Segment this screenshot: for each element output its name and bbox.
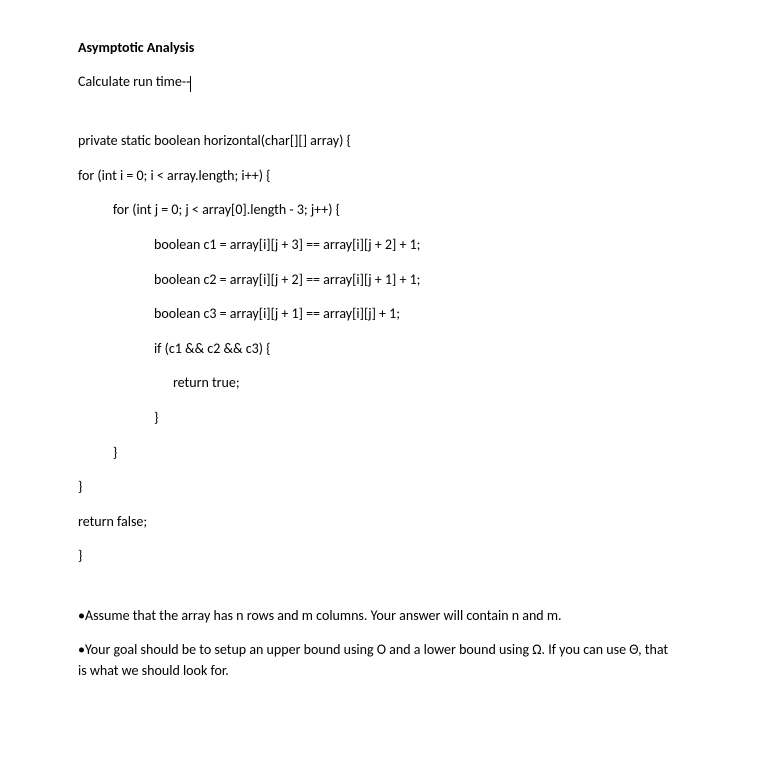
- code-line: return false;: [78, 512, 679, 532]
- page-title: Asymptotic Analysis: [78, 38, 679, 58]
- code-line: if (c1 && c2 && c3) {: [78, 339, 679, 359]
- code-line: }: [78, 477, 679, 497]
- note-line: •Your goal should be to setup an upper b…: [78, 640, 679, 681]
- code-line: return true;: [78, 373, 679, 393]
- code-line: }: [78, 408, 679, 428]
- code-line: }: [78, 443, 679, 463]
- code-line: for (int j = 0; j < array[0].length - 3;…: [78, 200, 679, 220]
- code-line: boolean c1 = array[i][j + 3] == array[i]…: [78, 235, 679, 255]
- document-page: Asymptotic Analysis Calculate run time--…: [0, 0, 757, 735]
- subtitle-text: Calculate run time--: [78, 73, 190, 90]
- code-line: }: [78, 546, 679, 566]
- text-cursor: [190, 76, 191, 92]
- code-line: for (int i = 0; i < array.length; i++) {: [78, 166, 679, 186]
- code-line: boolean c3 = array[i][j + 1] == array[i]…: [78, 304, 679, 324]
- code-block: private static boolean horizontal(char[]…: [78, 131, 679, 566]
- subtitle-line: Calculate run time--: [78, 72, 191, 92]
- code-line: boolean c2 = array[i][j + 2] == array[i]…: [78, 270, 679, 290]
- notes-section: •Assume that the array has n rows and m …: [78, 606, 679, 681]
- code-line: private static boolean horizontal(char[]…: [78, 131, 679, 151]
- note-line: •Assume that the array has n rows and m …: [78, 606, 679, 626]
